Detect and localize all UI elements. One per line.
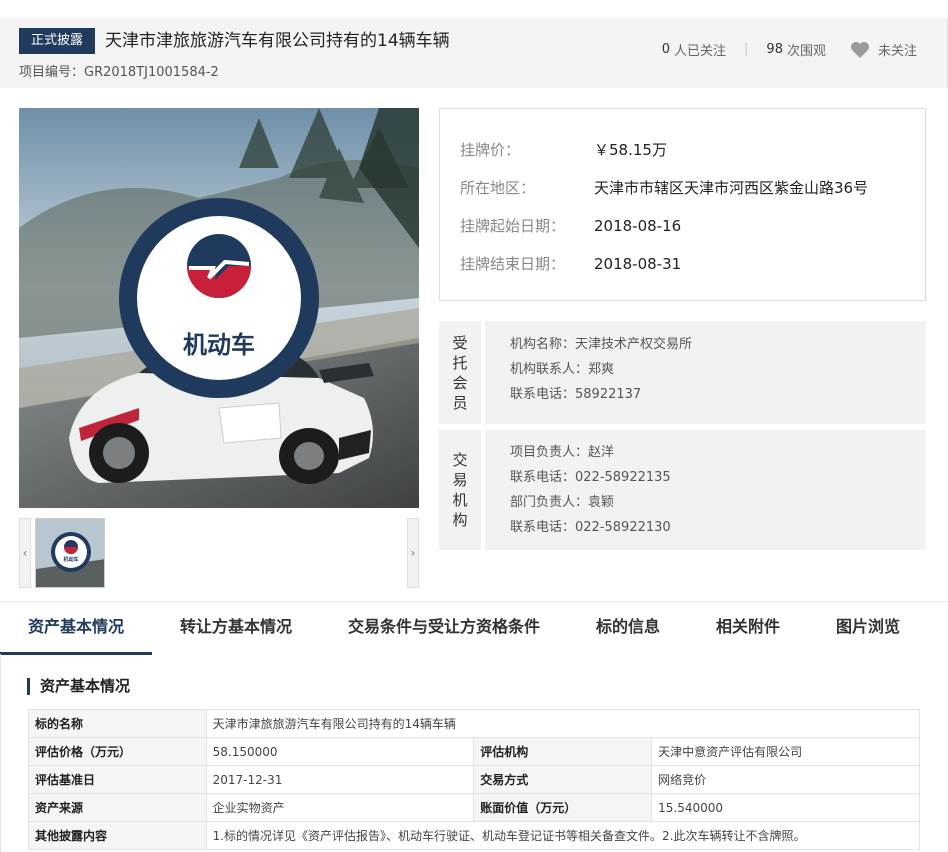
table-key: 评估机构 bbox=[473, 737, 653, 766]
asset-section: 资产基本情况 标的名称 天津市津旅旅游汽车有限公司持有的14辆车辆 评估价格（万… bbox=[0, 654, 948, 852]
section-title: 资产基本情况 bbox=[27, 678, 130, 695]
thumbnail-strip: ‹ 机动车 › bbox=[19, 518, 419, 588]
thumb-prev-button[interactable]: ‹ bbox=[19, 518, 31, 588]
table-row: 其他披露内容 1.标的情况详见《资产评估报告》、机动车行驶证、机动车登记证书等相… bbox=[28, 821, 921, 850]
table-key: 资产来源 bbox=[28, 793, 207, 822]
end-date-label: 挂牌结束日期： bbox=[460, 255, 566, 273]
end-date-value: 2018-08-31 bbox=[594, 255, 682, 273]
trustee-contact: 机构联系人：郑爽 bbox=[510, 362, 615, 377]
follow-count: 0 bbox=[661, 42, 671, 57]
trustee-member-box: 受 托 会 员 机构名称：天津技术产权交易所 机构联系人：郑爽 联系电话：589… bbox=[439, 321, 926, 424]
price-row: 挂牌价： ￥58.15万 bbox=[460, 139, 667, 160]
table-value: 58.150000 bbox=[205, 737, 475, 766]
main-image[interactable]: 机动车 bbox=[19, 108, 419, 508]
side-char: 交 bbox=[452, 451, 468, 469]
start-date-value: 2018-08-16 bbox=[594, 217, 682, 235]
region-value: 天津市市辖区天津市河西区紫金山路36号 bbox=[594, 179, 869, 197]
project-title: 天津市津旅旅游汽车有限公司持有的14辆车辆 bbox=[105, 31, 450, 51]
listing-info: 挂牌价： ￥58.15万 所在地区： 天津市市辖区天津市河西区紫金山路36号 挂牌起… bbox=[439, 108, 926, 301]
trustee-details: 机构名称：天津技术产权交易所 机构联系人：郑爽 联系电话：58922137 bbox=[510, 332, 692, 407]
tab-asset-basics[interactable]: 资产基本情况 bbox=[0, 602, 152, 655]
table-value: 天津市津旅旅游汽车有限公司持有的14辆车辆 bbox=[205, 709, 921, 738]
table-key: 标的名称 bbox=[28, 709, 207, 738]
thumbnail-image: 机动车 bbox=[36, 519, 104, 587]
project-number: 项目编号：GR2018TJ1001584-2 bbox=[19, 65, 219, 80]
price-value: ￥58.15万 bbox=[594, 141, 667, 159]
thumb-label: 机动车 bbox=[62, 556, 78, 563]
asset-table: 标的名称 天津市津旅旅游汽车有限公司持有的14辆车辆 评估价格（万元） 58.1… bbox=[28, 709, 921, 850]
project-header: 正式披露 天津市津旅旅游汽车有限公司持有的14辆车辆 项目编号：GR2018TJ… bbox=[0, 18, 948, 88]
table-value: 2017-12-31 bbox=[205, 765, 475, 794]
tab-subject-info[interactable]: 标的信息 bbox=[580, 602, 676, 655]
status-badge: 正式披露 bbox=[19, 28, 95, 54]
side-char: 易 bbox=[452, 471, 468, 489]
side-char: 会 bbox=[452, 373, 468, 392]
project-manager-phone: 联系电话：022-58922135 bbox=[510, 470, 671, 485]
view-count: 98 bbox=[766, 42, 783, 57]
trustee-org-name: 机构名称：天津技术产权交易所 bbox=[510, 337, 693, 352]
side-char: 员 bbox=[452, 393, 468, 412]
price-label: 挂牌价： bbox=[460, 141, 521, 159]
department-head-phone: 联系电话：022-58922130 bbox=[510, 520, 671, 535]
exchange-details: 项目负责人：赵洋 联系电话：022-58922135 部门负责人：袁颖 联系电话… bbox=[510, 440, 671, 540]
heart-icon bbox=[850, 41, 869, 58]
department-head: 部门负责人：袁颖 bbox=[510, 495, 615, 510]
tab-transferor[interactable]: 转让方基本情况 bbox=[163, 602, 309, 655]
table-row: 评估基准日 2017-12-31 交易方式 网络竞价 bbox=[28, 765, 920, 794]
table-key: 账面价值（万元） bbox=[473, 793, 653, 822]
stats-bar: 0 人已关注 | 98 次围观 未关注 bbox=[662, 40, 917, 59]
view-label: 次围观 bbox=[786, 44, 826, 59]
tab-attachments[interactable]: 相关附件 bbox=[700, 602, 796, 655]
table-row: 评估价格（万元） 58.150000 评估机构 天津中意资产评估有限公司 bbox=[28, 737, 920, 766]
exchange-side-label: 交 易 机 构 bbox=[439, 430, 485, 550]
side-char: 构 bbox=[452, 511, 468, 529]
table-value: 天津中意资产评估有限公司 bbox=[651, 737, 920, 766]
follow-button[interactable]: 未关注 bbox=[850, 40, 917, 59]
table-key: 评估基准日 bbox=[28, 765, 207, 794]
stats-divider: | bbox=[744, 42, 749, 57]
detail-tabs: 资产基本情况 转让方基本情况 交易条件与受让方资格条件 标的信息 相关附件 图片… bbox=[0, 601, 948, 655]
start-date-row: 挂牌起始日期： 2018-08-16 bbox=[460, 215, 681, 236]
project-manager: 项目负责人：赵洋 bbox=[510, 445, 615, 460]
tab-trade-conditions[interactable]: 交易条件与受让方资格条件 bbox=[330, 602, 558, 655]
car-photo: 机动车 bbox=[19, 108, 419, 508]
table-value: 15.540000 bbox=[651, 793, 920, 822]
side-char: 机 bbox=[452, 491, 468, 509]
side-char: 托 bbox=[452, 353, 468, 372]
end-date-row: 挂牌结束日期： 2018-08-31 bbox=[460, 253, 681, 274]
start-date-label: 挂牌起始日期： bbox=[460, 217, 566, 235]
table-value: 网络竞价 bbox=[651, 765, 920, 794]
top-strip bbox=[0, 0, 948, 18]
tab-image-browse[interactable]: 图片浏览 bbox=[820, 602, 916, 655]
thumb-next-button[interactable]: › bbox=[407, 518, 419, 588]
region-label: 所在地区： bbox=[460, 179, 536, 197]
trustee-phone: 联系电话：58922137 bbox=[510, 387, 642, 402]
follow-label: 人已关注 bbox=[674, 44, 727, 59]
trustee-side-label: 受 托 会 员 bbox=[439, 321, 485, 424]
circle-label: 机动车 bbox=[183, 331, 255, 359]
table-row: 资产来源 企业实物资产 账面价值（万元） 15.540000 bbox=[28, 793, 920, 822]
follow-button-label: 未关注 bbox=[877, 44, 917, 59]
exchange-org-box: 交 易 机 构 项目负责人：赵洋 联系电话：022-58922135 部门负责人… bbox=[439, 430, 926, 550]
region-row: 所在地区： 天津市市辖区天津市河西区紫金山路36号 bbox=[460, 177, 868, 198]
table-key: 交易方式 bbox=[473, 765, 653, 794]
table-value: 企业实物资产 bbox=[205, 793, 475, 822]
side-char: 受 bbox=[452, 333, 468, 352]
table-row: 标的名称 天津市津旅旅游汽车有限公司持有的14辆车辆 bbox=[28, 709, 921, 738]
table-key: 其他披露内容 bbox=[28, 821, 207, 850]
table-value: 1.标的情况详见《资产评估报告》、机动车行驶证、机动车登记证书等相关备查文件。2… bbox=[205, 821, 921, 850]
thumbnail[interactable]: 机动车 bbox=[35, 518, 105, 588]
table-key: 评估价格（万元） bbox=[28, 737, 207, 766]
